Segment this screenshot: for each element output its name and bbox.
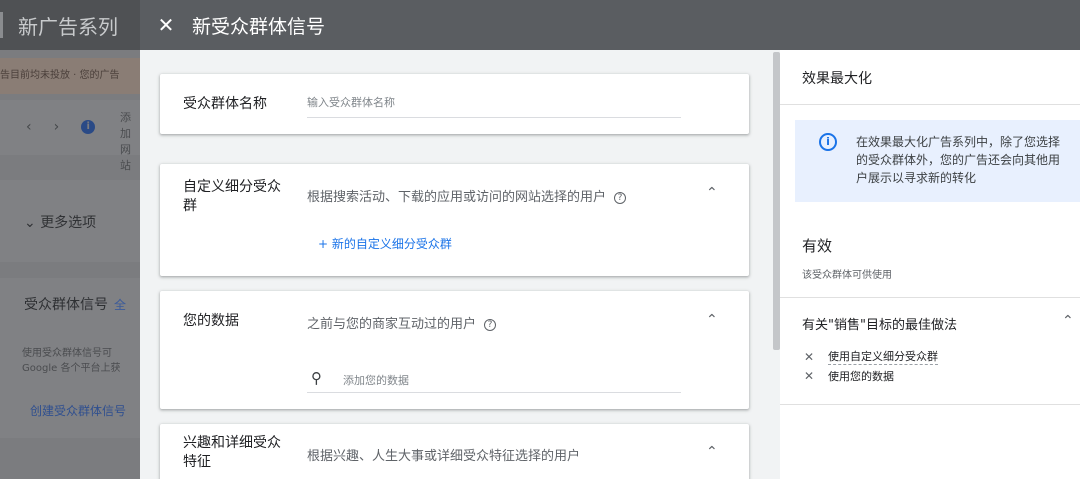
chevron-up-icon[interactable]: ⌃ <box>706 185 718 201</box>
background-nav-card: ‹ › i 添加 网站 <box>0 100 140 172</box>
divider <box>780 297 1080 298</box>
chevron-left-icon: ‹ <box>26 119 32 135</box>
cross-icon: ✕ <box>804 349 815 364</box>
dialog-header: ✕ 新受众群体信号 <box>140 0 1080 50</box>
background-accent-bar <box>0 12 3 38</box>
chevron-up-icon[interactable]: ⌃ <box>706 312 718 328</box>
info-icon: i <box>81 120 96 134</box>
more-options-label: ⌄ 更多选项 <box>24 215 97 231</box>
help-icon[interactable]: ? <box>614 192 627 204</box>
chevron-up-icon[interactable]: ⌃ <box>706 444 718 460</box>
dialog-form: 受众群体名称 输入受众群体名称 自定义细分受众群 根据搜索活动、下载的应用或访问… <box>140 50 772 479</box>
audience-name-input[interactable]: 输入受众群体名称 <box>307 94 681 118</box>
side-panel: 效果最大化 i 在效果最大化广告系列中，除了您选择的受众群体外，您的广告还会向其… <box>780 50 1080 479</box>
info-box: i 在效果最大化广告系列中，除了您选择的受众群体外，您的广告还会向其他用户展示以… <box>795 120 1080 202</box>
your-data-label: 您的数据 <box>183 313 239 329</box>
background-banner: 告目前均未投放 · 您的广告 <box>0 58 140 94</box>
best-practice-list: ✕ 使用自定义细分受众群 ✕ 使用您的数据 <box>804 347 938 385</box>
best-practice-title: 有关"销售"目标的最佳做法 <box>802 318 957 333</box>
custom-segment-card: 自定义细分受众群 根据搜索活动、下载的应用或访问的网站选择的用户? ⌃ + 新的… <box>160 164 749 276</box>
list-item: ✕ 使用自定义细分受众群 <box>804 347 938 366</box>
background-title: 新广告系列 <box>18 14 118 39</box>
status-title: 有效 <box>802 237 833 255</box>
background-page: 新广告系列 告目前均未投放 · 您的广告 ‹ › i 添加 网站 ⌄ 更多选项 … <box>0 0 140 479</box>
dialog-title: 新受众群体信号 <box>192 15 326 38</box>
background-signal-section: 受众群体信号全 使用受众群体信号可 Google 各个平台上获 创建受众群体信号 <box>0 278 140 438</box>
background-card-text: 添加 网站 <box>120 111 131 172</box>
your-data-desc: 之前与您的商家互动过的用户? <box>307 313 497 332</box>
help-icon[interactable]: ? <box>484 319 497 331</box>
custom-segment-label: 自定义细分受众群 <box>183 179 281 214</box>
divider <box>780 404 1080 405</box>
background-more-options: ⌄ 更多选项 <box>0 180 140 262</box>
audience-name-label: 受众群体名称 <box>183 96 267 112</box>
your-data-search[interactable]: ⚲ 添加您的数据 <box>307 367 681 393</box>
create-signal-link: 创建受众群体信号 <box>30 404 127 418</box>
panel-title: 效果最大化 <box>802 71 872 87</box>
signal-title: 受众群体信号全 <box>24 297 127 313</box>
your-data-search-placeholder: 添加您的数据 <box>343 374 409 387</box>
new-custom-segment-link[interactable]: + 新的自定义细分受众群 <box>318 235 452 252</box>
info-icon: i <box>819 133 837 151</box>
audience-name-placeholder: 输入受众群体名称 <box>307 96 395 109</box>
best-practice-item[interactable]: 使用自定义细分受众群 <box>828 348 938 365</box>
background-header: 新广告系列 <box>0 0 140 50</box>
list-item: ✕ 使用您的数据 <box>804 366 938 385</box>
search-icon: ⚲ <box>311 369 322 387</box>
status-subtext: 该受众群体可供使用 <box>802 270 892 281</box>
close-icon[interactable]: ✕ <box>156 13 176 37</box>
chevron-right-icon: › <box>53 119 60 135</box>
audience-name-card: 受众群体名称 输入受众群体名称 <box>160 74 749 134</box>
your-data-card: 您的数据 之前与您的商家互动过的用户? ⌃ ⚲ 添加您的数据 <box>160 291 749 409</box>
interest-card: 兴趣和详细受众特征 根据兴趣、人生大事或详细受众特征选择的用户 ⌃ <box>160 424 749 479</box>
divider <box>780 104 1080 105</box>
interest-desc: 根据兴趣、人生大事或详细受众特征选择的用户 <box>307 449 581 464</box>
audience-signal-dialog: ✕ 新受众群体信号 受众群体名称 输入受众群体名称 自定义细分受众群 根据搜索活… <box>140 0 1080 479</box>
custom-segment-desc: 根据搜索活动、下载的应用或访问的网站选择的用户? <box>307 186 627 205</box>
info-text: 在效果最大化广告系列中，除了您选择的受众群体外，您的广告还会向其他用户展示以寻求… <box>856 135 1061 185</box>
scrollbar[interactable] <box>773 52 780 350</box>
cross-icon: ✕ <box>804 368 815 383</box>
interest-label: 兴趣和详细受众特征 <box>183 435 281 470</box>
best-practice-item: 使用您的数据 <box>828 369 894 383</box>
chevron-up-icon[interactable]: ⌃ <box>1062 313 1074 329</box>
signal-desc: 使用受众群体信号可 Google 各个平台上获 <box>22 348 121 374</box>
